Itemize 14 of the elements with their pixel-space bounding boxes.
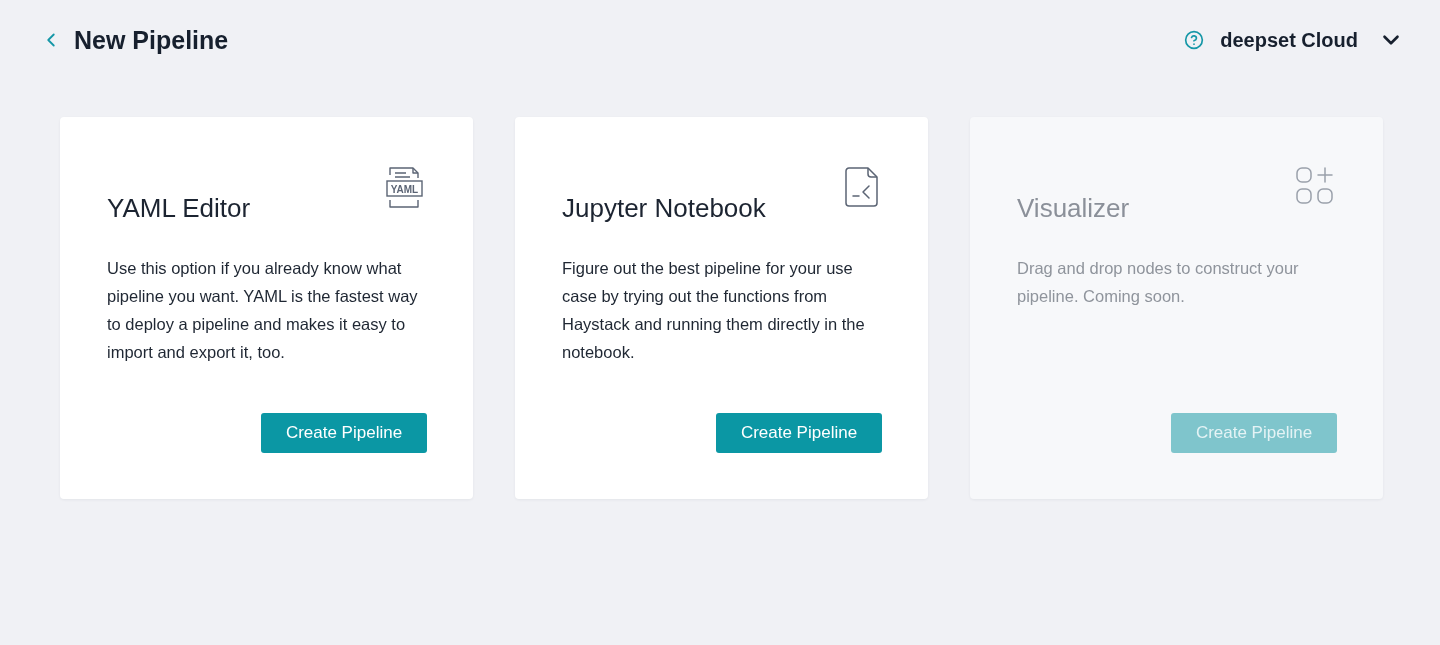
create-pipeline-button[interactable]: Create Pipeline — [261, 413, 427, 453]
help-button[interactable] — [1184, 30, 1205, 50]
code-file-icon — [845, 167, 878, 207]
shapes-add-icon — [1296, 167, 1333, 204]
page-title: New Pipeline — [74, 25, 229, 55]
card-description: Figure out the best pipeline for your use case by trying out the functions from Haystack and running them directly in the notebook. — [562, 258, 866, 363]
card-description: Drag and drop nodes to construct your pipeline. Coming soon. — [1017, 258, 1300, 307]
card-description: Use this option if you already know what pipeline you want. YAML is the fastest way to deploy a pipeline and makes it easy to import and export it, too. — [107, 258, 419, 363]
card-title: YAML Editor — [107, 192, 251, 224]
create-pipeline-button[interactable]: Create Pipeline — [716, 413, 882, 453]
card-title: Jupyter Notebook — [562, 192, 766, 224]
help-icon — [1184, 30, 1205, 50]
card-title: Visualizer — [1017, 192, 1130, 224]
workspace-menu-button[interactable]: deepset Cloud — [1220, 27, 1404, 53]
